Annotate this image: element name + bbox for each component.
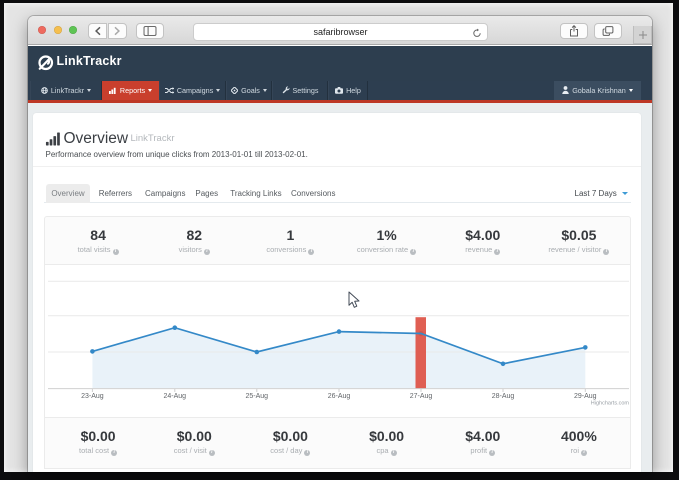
svg-text:23-Aug: 23-Aug — [81, 393, 104, 400]
svg-text:Highcharts.com: Highcharts.com — [591, 401, 630, 407]
svg-text:25-Aug: 25-Aug — [246, 393, 269, 400]
svg-text:28-Aug: 28-Aug — [492, 393, 515, 400]
svg-text:26-Aug: 26-Aug — [328, 393, 351, 400]
svg-text:29-Aug: 29-Aug — [574, 393, 597, 400]
svg-text:27-Aug: 27-Aug — [410, 393, 433, 400]
svg-text:24-Aug: 24-Aug — [164, 393, 187, 400]
